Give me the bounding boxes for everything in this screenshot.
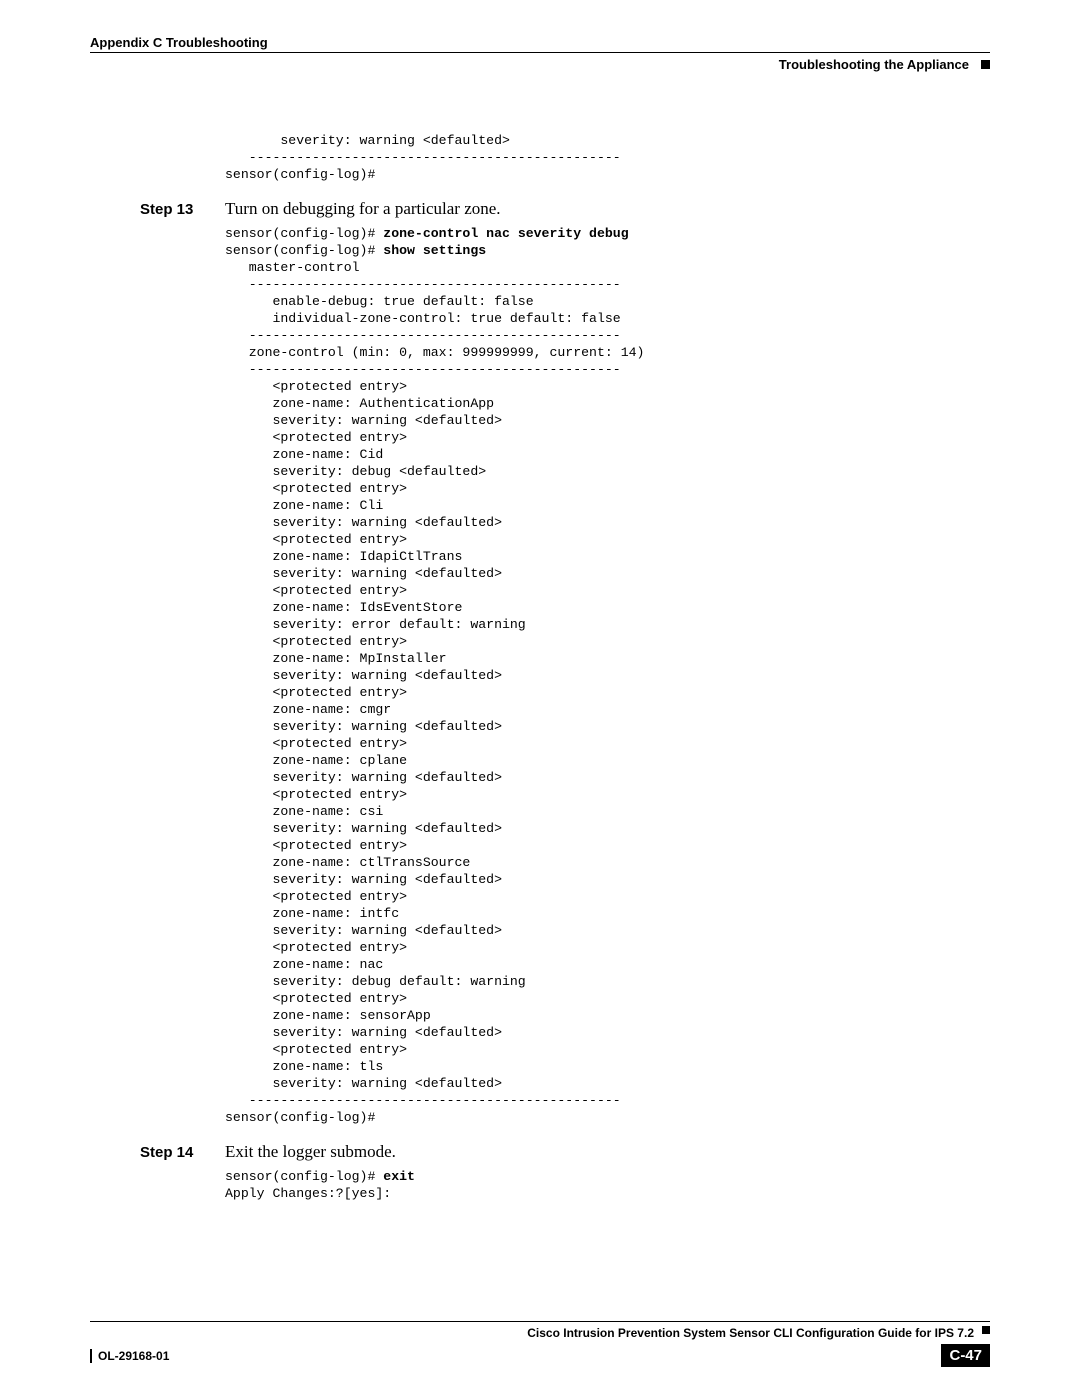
step-13-text: Turn on debugging for a particular zone.	[225, 199, 501, 219]
cli-output-step14: sensor(config-log)# exit Apply Changes:?…	[225, 1168, 990, 1202]
page-header: Appendix C Troubleshooting Troubleshooti…	[90, 35, 990, 72]
cli-output-prev: severity: warning <defaulted> ----------…	[225, 132, 990, 183]
step-14-label: Step 14	[140, 1144, 225, 1161]
header-rule	[90, 52, 990, 53]
footer-docnum-wrap: OL-29168-01	[90, 1349, 169, 1363]
chapter-title: Appendix C Troubleshooting	[90, 35, 990, 50]
vbar-icon	[90, 1349, 92, 1363]
square-icon	[981, 60, 990, 69]
page-number: C-47	[941, 1344, 990, 1367]
header-sub-row: Troubleshooting the Appliance	[90, 57, 990, 72]
step-13-row: Step 13 Turn on debugging for a particul…	[140, 199, 990, 219]
footer-row-top: Cisco Intrusion Prevention System Sensor…	[90, 1326, 990, 1340]
footer-rule	[90, 1321, 990, 1322]
cli-output-step13: sensor(config-log)# zone-control nac sev…	[225, 225, 990, 1126]
footer-row-bottom: OL-29168-01 C-47	[90, 1344, 990, 1367]
footer-guide-title: Cisco Intrusion Prevention System Sensor…	[90, 1326, 974, 1340]
page: Appendix C Troubleshooting Troubleshooti…	[0, 0, 1080, 1397]
page-footer: Cisco Intrusion Prevention System Sensor…	[90, 1321, 990, 1367]
square-icon	[982, 1326, 990, 1334]
footer-docnum: OL-29168-01	[98, 1349, 169, 1363]
step-13-label: Step 13	[140, 201, 225, 218]
step-14-row: Step 14 Exit the logger submode.	[140, 1142, 990, 1162]
section-title: Troubleshooting the Appliance	[779, 57, 969, 72]
content-body: severity: warning <defaulted> ----------…	[225, 132, 990, 1202]
step-14-text: Exit the logger submode.	[225, 1142, 396, 1162]
